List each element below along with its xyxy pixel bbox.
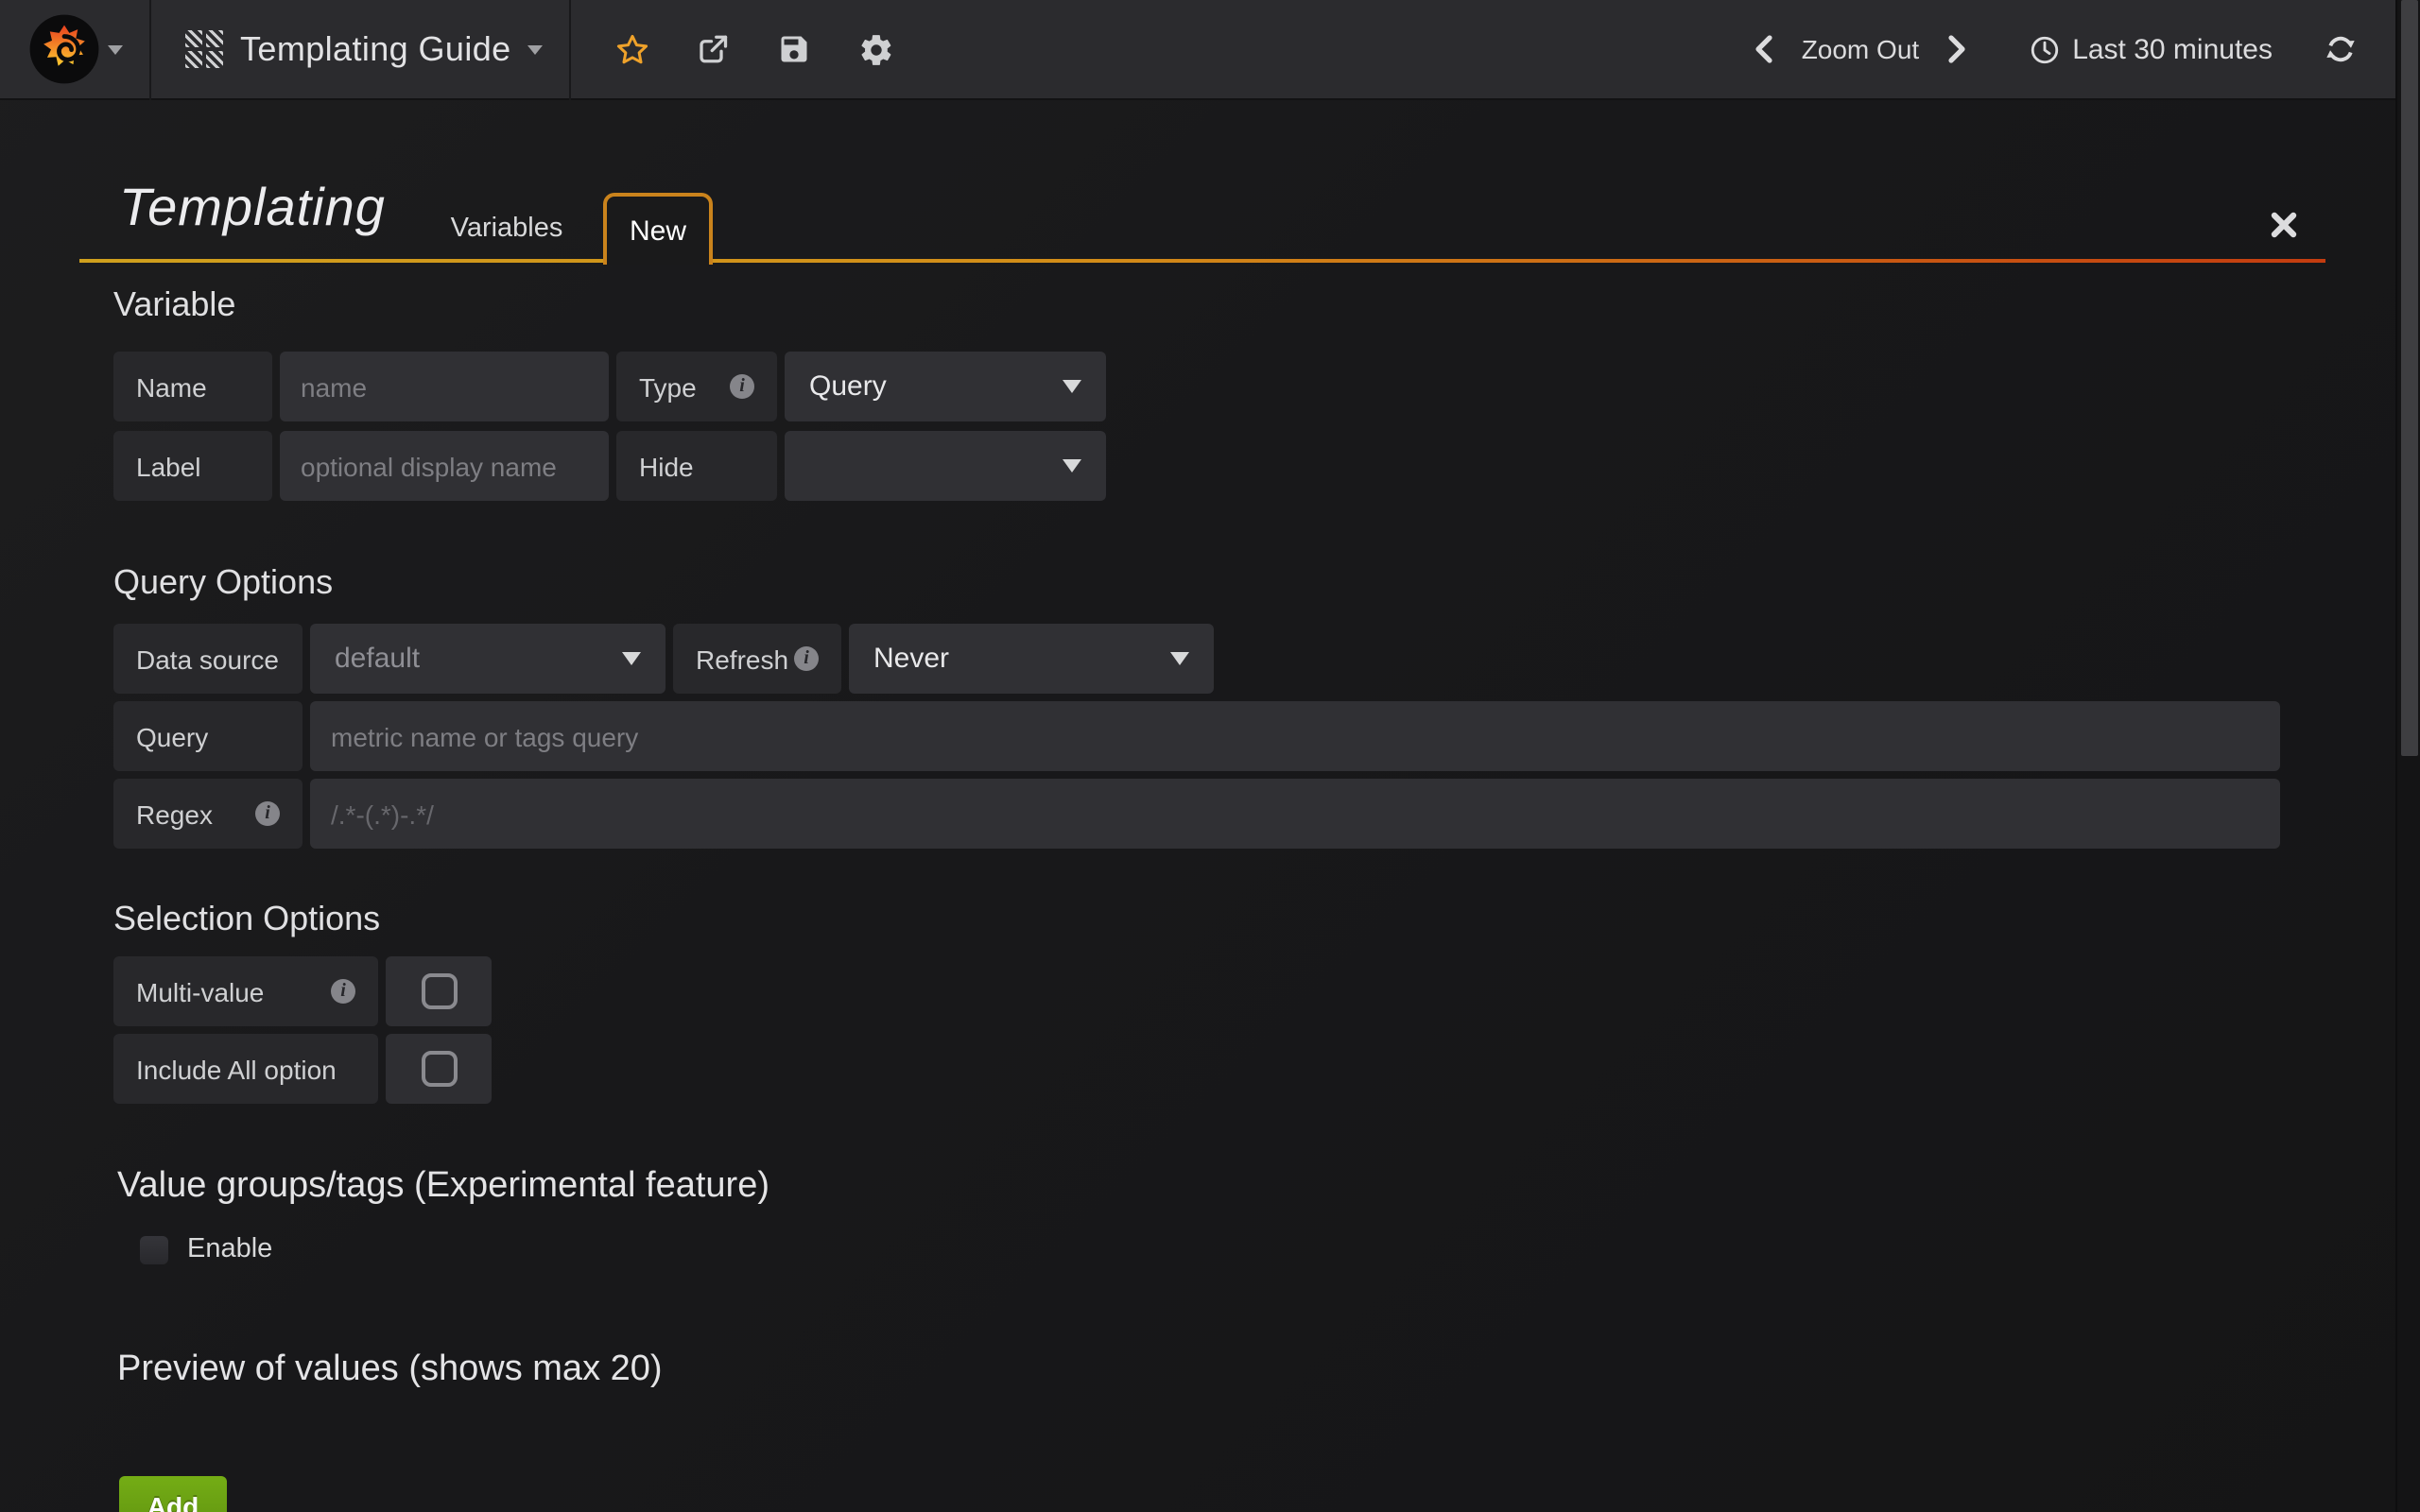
select-caret-icon (1063, 380, 1081, 393)
hide-select[interactable] (785, 431, 1106, 501)
multi-value-label: Multi-value i (113, 956, 378, 1026)
scrollbar-thumb[interactable] (2401, 0, 2418, 756)
star-button[interactable] (614, 30, 651, 68)
refresh-icon (2324, 32, 2358, 66)
tab-variables[interactable]: Variables (420, 195, 594, 263)
gear-icon (858, 31, 894, 67)
type-select[interactable]: Query (785, 352, 1106, 421)
enable-checkbox[interactable] (140, 1235, 168, 1263)
query-options-heading: Query Options (113, 563, 333, 603)
chevron-right-icon (1944, 34, 1970, 64)
variable-section-heading: Variable (113, 285, 235, 325)
scrollbar-track[interactable] (2395, 0, 2420, 1512)
value-groups-heading: Value groups/tags (Experimental feature) (117, 1166, 769, 1208)
select-caret-icon (622, 652, 641, 665)
chevron-left-icon (1751, 34, 1777, 64)
selection-options-heading: Selection Options (113, 900, 380, 939)
select-caret-icon (1170, 652, 1189, 665)
time-shift-forward-button[interactable] (1938, 30, 1976, 68)
save-button[interactable] (776, 30, 814, 68)
multi-value-checkbox-cell (386, 956, 492, 1026)
share-button[interactable] (695, 30, 733, 68)
grafana-app: Templating Guide (0, 0, 2420, 1512)
refresh-button[interactable] (2322, 30, 2360, 68)
close-editor-button[interactable] (2263, 204, 2305, 246)
regex-label: Regex i (113, 779, 302, 849)
datasource-select[interactable]: default (310, 624, 666, 694)
datasource-label: Data source (113, 624, 302, 694)
save-icon (778, 32, 812, 66)
refresh-select[interactable]: Never (849, 624, 1214, 694)
dashboard-grid-icon (185, 30, 223, 68)
preview-heading: Preview of values (shows max 20) (117, 1349, 663, 1391)
refresh-label: Refresh i (673, 624, 841, 694)
star-icon (614, 31, 650, 67)
enable-label: Enable (187, 1234, 272, 1264)
label-input[interactable] (280, 431, 609, 501)
time-range-label: Last 30 minutes (2072, 33, 2273, 65)
hide-label: Hide (616, 431, 777, 501)
type-label: Type i (616, 352, 777, 421)
zoom-out-button[interactable]: Zoom Out (1802, 34, 1920, 64)
query-input[interactable] (310, 701, 2280, 771)
select-caret-icon (1063, 459, 1081, 472)
logo-caret-icon (107, 44, 122, 54)
page-title: Templating (119, 178, 386, 238)
regex-info-icon[interactable]: i (255, 801, 280, 826)
include-all-label: Include All option (113, 1034, 378, 1104)
settings-button[interactable] (857, 30, 895, 68)
grafana-menu-button[interactable] (0, 0, 149, 99)
label-label: Label (113, 431, 272, 501)
share-icon (697, 32, 731, 66)
dashboard-caret-icon (528, 44, 544, 54)
refresh-info-icon[interactable]: i (794, 646, 819, 671)
type-info-icon[interactable]: i (730, 374, 754, 399)
tab-new[interactable]: New (603, 193, 713, 265)
clock-icon (2029, 33, 2061, 65)
grafana-logo-icon (27, 13, 99, 85)
type-select-value: Query (809, 370, 887, 403)
top-navbar: Templating Guide (0, 0, 2420, 100)
include-all-checkbox-cell (386, 1034, 492, 1104)
add-button[interactable]: Add (119, 1476, 227, 1512)
multi-value-checkbox[interactable] (421, 973, 457, 1009)
close-icon (2269, 210, 2299, 240)
dashboard-title: Templating Guide (240, 29, 511, 69)
name-input[interactable] (280, 352, 609, 421)
include-all-checkbox[interactable] (421, 1051, 457, 1087)
query-label: Query (113, 701, 302, 771)
datasource-select-value: default (335, 643, 420, 675)
tab-underline (79, 259, 2325, 263)
multi-value-info-icon[interactable]: i (331, 979, 355, 1004)
name-label: Name (113, 352, 272, 421)
refresh-select-value: Never (873, 643, 949, 675)
time-range-picker[interactable]: Last 30 minutes (2029, 33, 2273, 65)
time-shift-back-button[interactable] (1745, 30, 1783, 68)
dashboard-picker[interactable]: Templating Guide (151, 0, 570, 99)
regex-input[interactable] (310, 779, 2280, 849)
